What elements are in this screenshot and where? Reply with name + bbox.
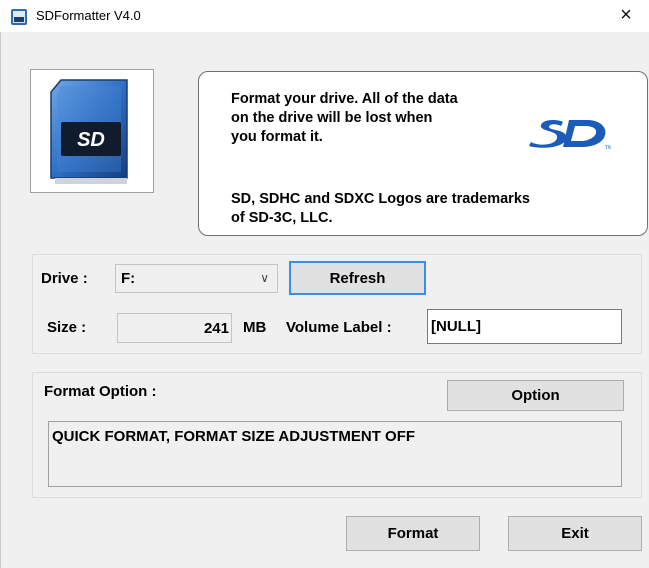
drive-selected-value: F:	[121, 270, 136, 287]
size-value: 241	[203, 320, 229, 337]
size-unit: MB	[243, 319, 267, 336]
sd-card-icon	[10, 8, 28, 26]
format-option-label: Format Option :	[44, 383, 157, 400]
svg-text:SD: SD	[77, 129, 105, 151]
svg-text:TM: TM	[605, 145, 611, 150]
sd-logo-icon: TM	[525, 116, 612, 155]
trademark-notice: SD, SDHC and SDXC Logos are trademarks o…	[231, 191, 530, 226]
volume-label-input[interactable]	[427, 309, 622, 344]
window-border	[0, 32, 1, 568]
sd-card-image: SD	[30, 69, 154, 193]
format-status-text: QUICK FORMAT, FORMAT SIZE ADJUSTMENT OFF	[52, 428, 416, 445]
size-label: Size :	[47, 319, 87, 336]
drive-label: Drive :	[41, 270, 88, 287]
volume-label-label: Volume Label :	[286, 319, 392, 336]
info-panel: Format your drive. All of the data on th…	[198, 71, 648, 236]
warning-message: Format your drive. All of the data on th…	[231, 91, 458, 145]
size-field: 241	[117, 313, 232, 343]
format-button[interactable]: Format	[346, 516, 480, 551]
title-bar: SDFormatter V4.0 ×	[0, 0, 649, 32]
chevron-down-icon: ∨	[260, 271, 269, 285]
close-button[interactable]: ×	[603, 0, 649, 32]
option-button[interactable]: Option	[447, 380, 624, 411]
refresh-button[interactable]: Refresh	[289, 261, 426, 295]
sd-card-icon: SD	[50, 79, 128, 184]
drive-select[interactable]: F: ∨	[115, 264, 278, 293]
format-status-box: QUICK FORMAT, FORMAT SIZE ADJUSTMENT OFF	[48, 421, 622, 487]
window-title: SDFormatter V4.0	[36, 8, 141, 23]
exit-button[interactable]: Exit	[508, 516, 642, 551]
